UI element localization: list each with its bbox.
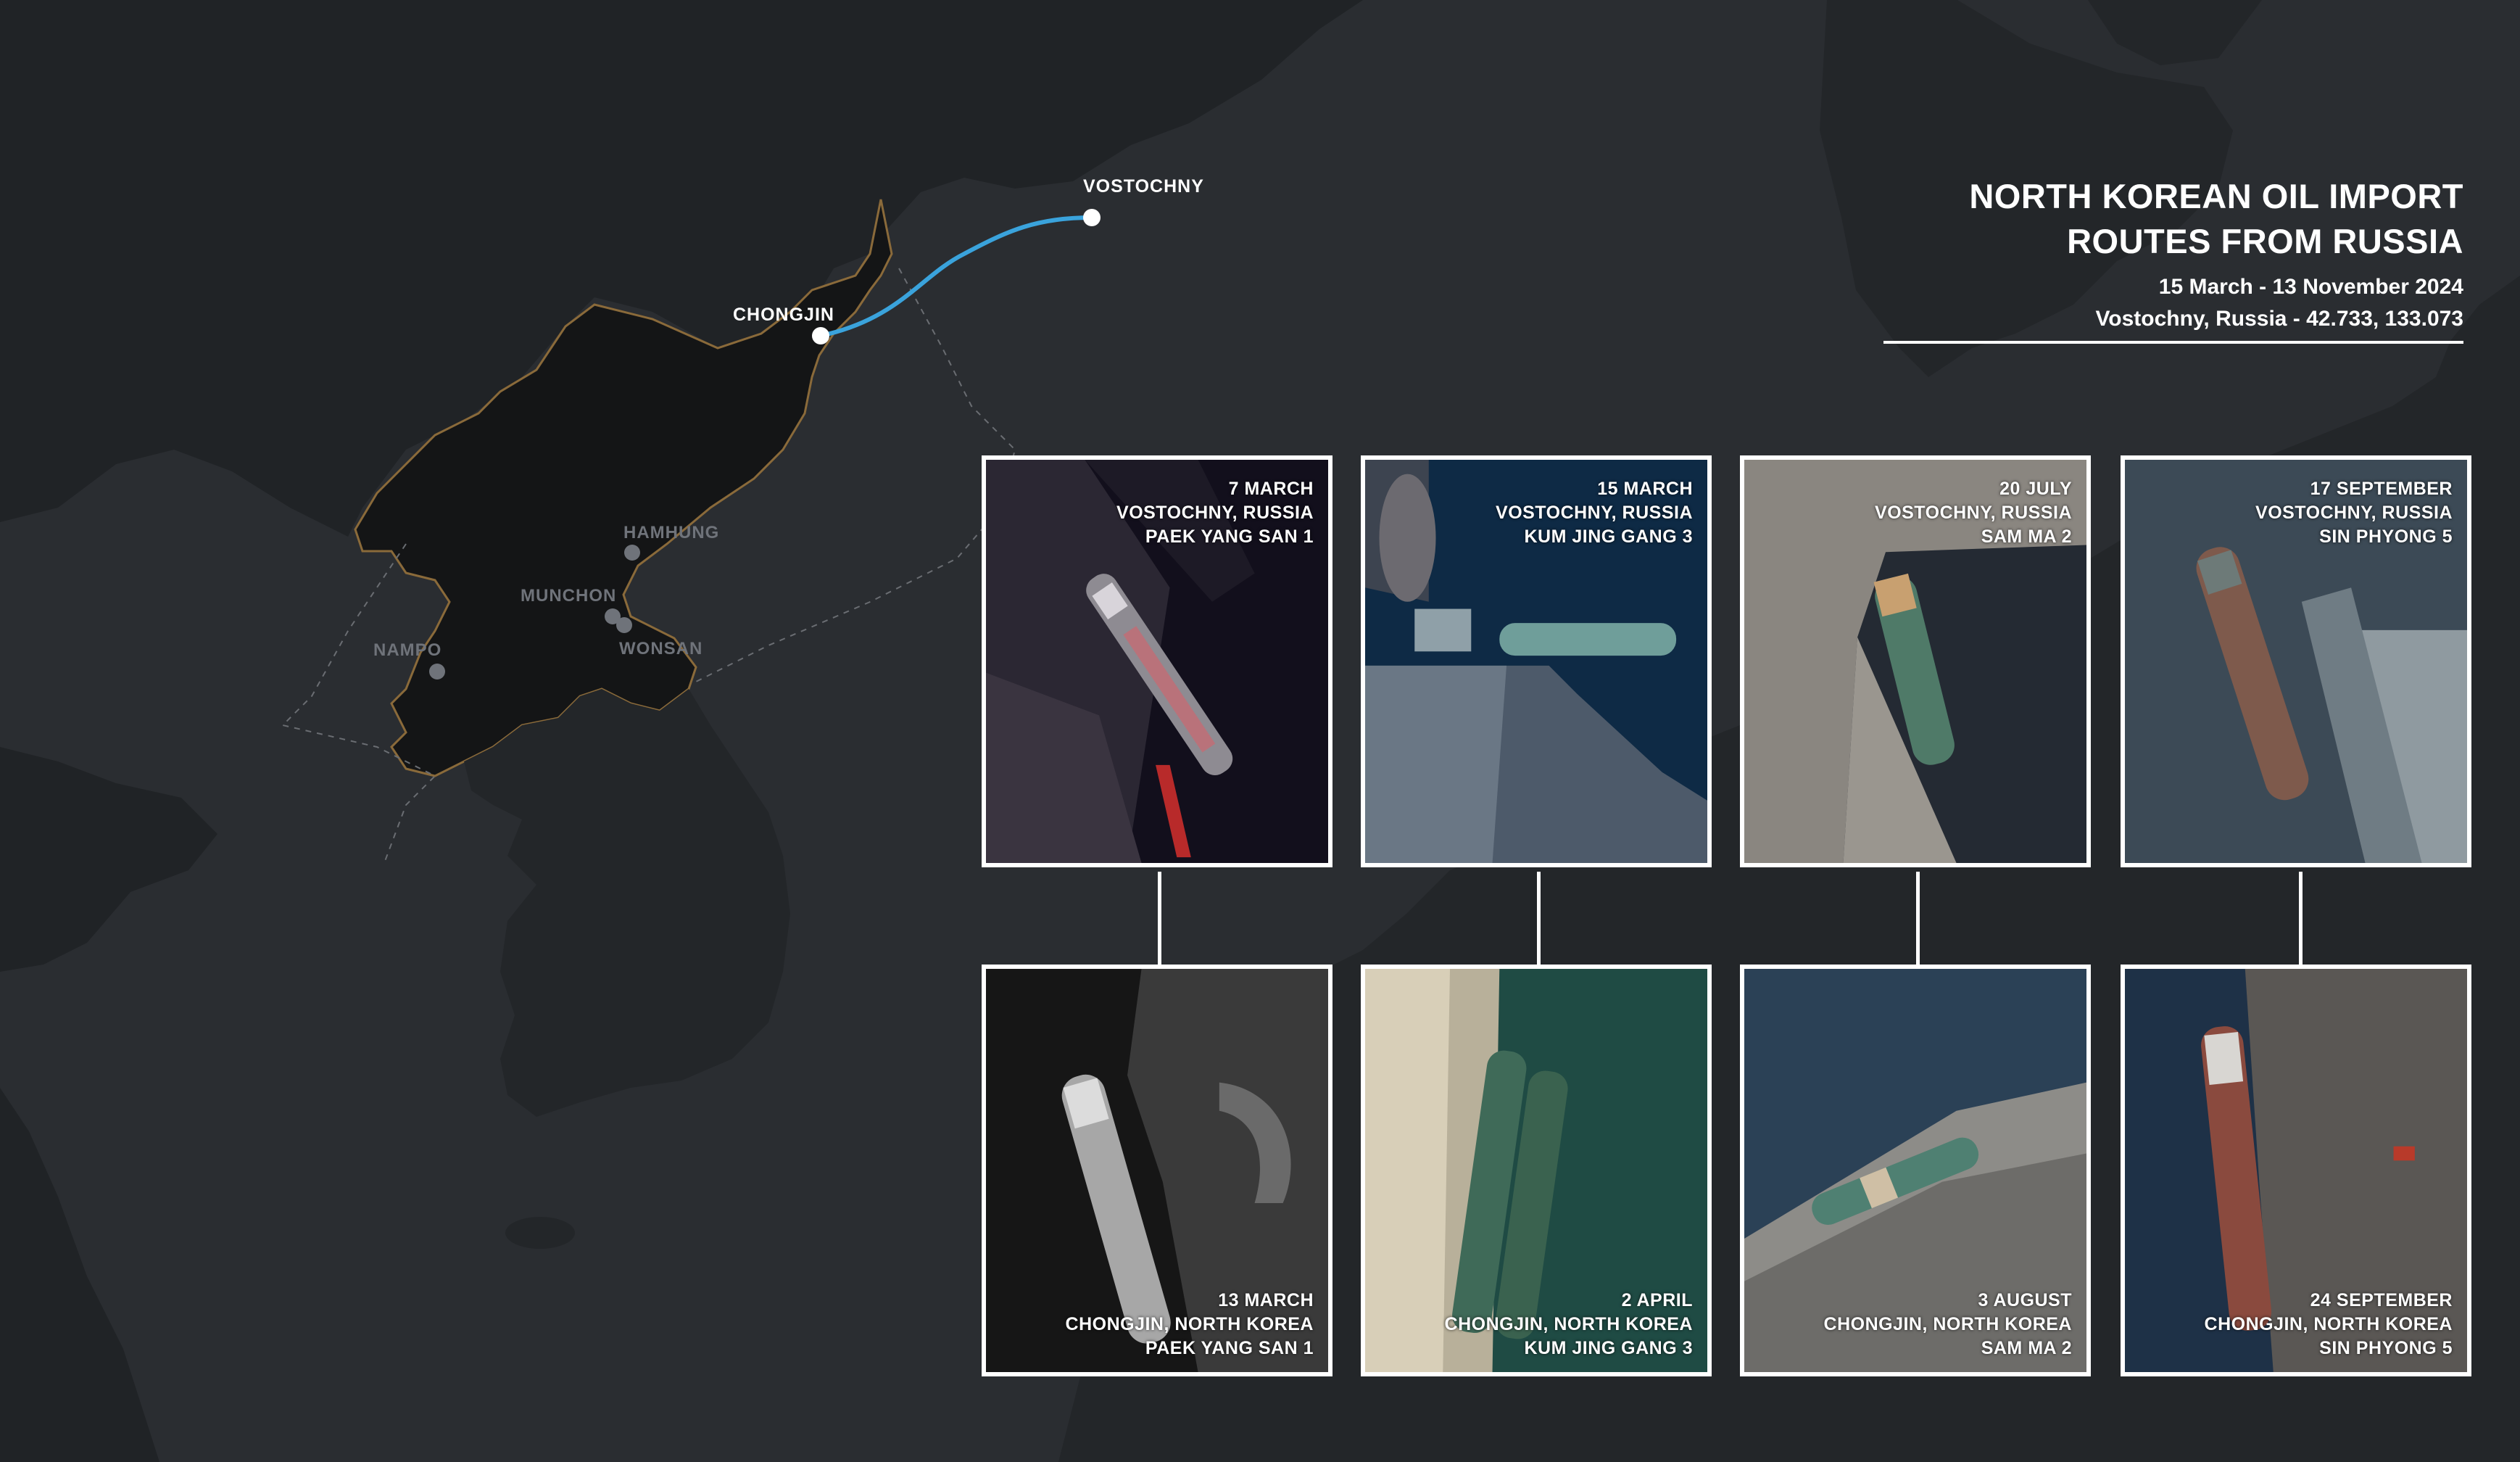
satellite-panel-chongjin-4[interactable]: 24 SEPTEMBER CHONGJIN, NORTH KOREA SIN P… [2121, 965, 2471, 1376]
panel-ship-name: KUM JING GANG 3 [1524, 526, 1693, 547]
city-label-wonsan: WONSAN [619, 639, 703, 658]
date-range: 15 March - 13 November 2024 [2158, 275, 2463, 299]
panel-caption: 7 MARCH VOSTOCHNY, RUSSIA PAEK YANG SAN … [1116, 477, 1314, 549]
satellite-panel-chongjin-2[interactable]: 2 APRIL CHONGJIN, NORTH KOREA KUM JING G… [1361, 965, 1712, 1376]
nampo-marker[interactable] [429, 664, 445, 680]
chongjin-marker[interactable] [812, 327, 829, 344]
satellite-panel-vostochny-1[interactable]: 7 MARCH VOSTOCHNY, RUSSIA PAEK YANG SAN … [982, 455, 1332, 867]
wonsan-marker[interactable] [616, 617, 632, 633]
panel-place: VOSTOCHNY, RUSSIA [1116, 503, 1314, 523]
panel-date: 15 MARCH [1597, 479, 1693, 499]
vostochny-marker[interactable] [1083, 209, 1101, 226]
panel-caption: 17 SEPTEMBER VOSTOCHNY, RUSSIA SIN PHYON… [2255, 477, 2453, 549]
panel-ship-name: PAEK YANG SAN 1 [1145, 1338, 1314, 1358]
panel-caption: 13 MARCH CHONGJIN, NORTH KOREA PAEK YANG… [1066, 1289, 1314, 1360]
connector-2 [1537, 872, 1541, 969]
panel-caption: 15 MARCH VOSTOCHNY, RUSSIA KUM JING GANG… [1496, 477, 1693, 549]
panel-place: VOSTOCHNY, RUSSIA [1496, 503, 1693, 523]
satellite-panel-chongjin-3[interactable]: 3 AUGUST CHONGJIN, NORTH KOREA SAM MA 2 [1740, 965, 2091, 1376]
panel-caption: 20 JULY VOSTOCHNY, RUSSIA SAM MA 2 [1875, 477, 2072, 549]
panel-caption: 24 SEPTEMBER CHONGJIN, NORTH KOREA SIN P… [2205, 1289, 2453, 1360]
location-coordinates: Vostochny, Russia - 42.733, 133.073 [2095, 307, 2463, 331]
panel-caption: 2 APRIL CHONGJIN, NORTH KOREA KUM JING G… [1445, 1289, 1693, 1360]
panel-ship-name: PAEK YANG SAN 1 [1145, 526, 1314, 547]
panel-ship-name: SAM MA 2 [1981, 1338, 2072, 1358]
city-label-hamhung: HAMHUNG [623, 523, 720, 542]
tanker-ship [1499, 623, 1677, 656]
connector-1 [1158, 872, 1161, 969]
city-label-munchon: MUNCHON [521, 586, 617, 606]
panel-place: VOSTOCHNY, RUSSIA [2255, 503, 2453, 523]
satellite-panel-vostochny-2[interactable]: 15 MARCH VOSTOCHNY, RUSSIA KUM JING GANG… [1361, 455, 1712, 867]
satellite-panel-vostochny-4[interactable]: 17 SEPTEMBER VOSTOCHNY, RUSSIA SIN PHYON… [2121, 455, 2471, 867]
panel-date: 3 AUGUST [1978, 1290, 2072, 1310]
title-block: NORTH KOREAN OIL IMPORT ROUTES FROM RUSS… [1811, 174, 2463, 335]
city-label-vostochny: VOSTOCHNY [1083, 176, 1204, 197]
panel-date: 7 MARCH [1228, 479, 1314, 499]
panel-date: 13 MARCH [1218, 1290, 1314, 1310]
title-line-2: ROUTES FROM RUSSIA [2067, 222, 2463, 260]
title-divider [1883, 341, 2463, 344]
panel-date: 17 SEPTEMBER [2310, 479, 2453, 499]
panel-place: VOSTOCHNY, RUSSIA [1875, 503, 2072, 523]
panel-date: 2 APRIL [1621, 1290, 1693, 1310]
panel-place: CHONGJIN, NORTH KOREA [2204, 1314, 2453, 1334]
panel-date: 20 JULY [1999, 479, 2072, 499]
panel-place: CHONGJIN, NORTH KOREA [1065, 1314, 1314, 1334]
satellite-panel-chongjin-1[interactable]: 13 MARCH CHONGJIN, NORTH KOREA PAEK YANG… [982, 965, 1332, 1376]
panel-place: CHONGJIN, NORTH KOREA [1444, 1314, 1693, 1334]
hamhung-marker[interactable] [624, 545, 640, 561]
jeju-island [505, 1217, 575, 1249]
panel-ship-name: SAM MA 2 [1981, 526, 2072, 547]
city-label-nampo: NAMPO [373, 640, 442, 660]
panel-caption: 3 AUGUST CHONGJIN, NORTH KOREA SAM MA 2 [1824, 1289, 2072, 1360]
connector-4 [2299, 872, 2303, 969]
city-label-chongjin: CHONGJIN [733, 305, 834, 325]
satellite-panel-vostochny-3[interactable]: 20 JULY VOSTOCHNY, RUSSIA SAM MA 2 [1740, 455, 2091, 867]
panel-date: 24 SEPTEMBER [2310, 1290, 2453, 1310]
connector-3 [1916, 872, 1920, 969]
title-line-1: NORTH KOREAN OIL IMPORT [1969, 177, 2463, 215]
panel-ship-name: SIN PHYONG 5 [2319, 1338, 2453, 1358]
panel-ship-name: SIN PHYONG 5 [2319, 526, 2453, 547]
panel-place: CHONGJIN, NORTH KOREA [1823, 1314, 2072, 1334]
panel-ship-name: KUM JING GANG 3 [1524, 1338, 1693, 1358]
